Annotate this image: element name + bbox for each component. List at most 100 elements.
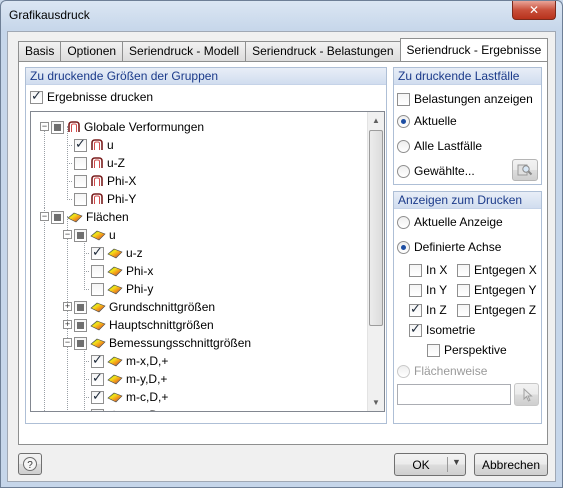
chevron-down-icon[interactable]: ▼ (452, 457, 461, 467)
tree-item[interactable]: u (74, 226, 116, 244)
axis-entgegen-y-row[interactable]: Entgegen Y (457, 283, 537, 297)
tree-item[interactable]: m-x,D,- (91, 406, 165, 411)
tree-item-label: Flächen (86, 210, 129, 224)
tree-item-checkbox[interactable] (74, 336, 87, 350)
isometric-row[interactable]: Isometrie (409, 321, 475, 337)
radio-definierte-achse-label: Definierte Achse (414, 240, 502, 254)
tree-item-checkbox[interactable] (74, 192, 87, 206)
surface-input (397, 384, 511, 405)
show-loads-checkbox[interactable] (397, 92, 410, 106)
tree-item[interactable]: Hauptschnittgrößen (74, 316, 214, 334)
tab-panel: Zu druckende Größen der Gruppen Ergebnis… (18, 61, 548, 445)
results-tree[interactable]: − Globale Verformungen u u-Z Phi-X Phi-Y − Fläc… (30, 111, 385, 412)
tree-item[interactable]: Phi-Y (74, 190, 136, 208)
axis-entgegen-z-checkbox[interactable] (457, 303, 470, 317)
loadcase-option-alle[interactable]: Alle Lastfälle (397, 139, 482, 153)
select-loadcases-button[interactable] (512, 159, 538, 181)
tree-item-checkbox[interactable] (91, 264, 104, 278)
tree-item-label: m-x,D,+ (126, 354, 169, 368)
tree-item-checkbox[interactable] (51, 120, 64, 134)
deformation-icon (91, 139, 103, 150)
tree-item[interactable]: Phi-x (91, 262, 153, 280)
loadcase-option-gewaehlte[interactable]: Gewählte... (397, 164, 475, 178)
radio-aktuelle-anzeige[interactable] (397, 215, 410, 229)
scroll-up-icon[interactable]: ▲ (368, 112, 384, 129)
tree-line (44, 208, 45, 411)
tree-item-checkbox[interactable] (91, 388, 104, 404)
axis-in-z-checkbox[interactable] (409, 301, 422, 317)
tree-expander-plus-icon[interactable]: + (63, 302, 72, 311)
scroll-thumb[interactable] (369, 130, 383, 326)
radio-alle-lastfaelle[interactable] (397, 139, 410, 153)
tree-item-checkbox[interactable] (91, 352, 104, 368)
print-results-checkbox[interactable] (30, 88, 43, 104)
tree-expander-minus-icon[interactable]: − (40, 212, 49, 221)
isometric-checkbox[interactable] (409, 321, 422, 337)
display-option-aktuelle-anzeige[interactable]: Aktuelle Anzeige (397, 215, 503, 229)
axis-entgegen-x-checkbox[interactable] (457, 263, 470, 277)
cancel-button[interactable]: Abbrechen (474, 453, 548, 476)
tree-item[interactable]: Globale Verformungen (51, 118, 204, 136)
tree-item-label: u-Z (107, 156, 125, 170)
tree-item-checkbox[interactable] (74, 300, 87, 314)
tree-item-checkbox[interactable] (74, 156, 87, 170)
tree-item[interactable]: u (74, 136, 114, 154)
tree-expander-minus-icon[interactable]: − (63, 338, 72, 347)
axis-entgegen-x-row[interactable]: Entgegen X (457, 263, 537, 277)
print-results-row[interactable]: Ergebnisse drucken (30, 88, 153, 104)
tab-optionen[interactable]: Optionen (60, 41, 124, 61)
tree-scrollbar[interactable]: ▲ ▼ (367, 112, 384, 411)
axis-entgegen-z-row[interactable]: Entgegen Z (457, 303, 536, 317)
tree-item-checkbox[interactable] (74, 136, 87, 152)
axis-in-y-row[interactable]: In Y (409, 283, 447, 297)
perspective-row[interactable]: Perspektive (427, 343, 507, 357)
tree-item-label: m-x,D,- (126, 408, 165, 411)
groups-panel-header: Zu druckende Größen der Gruppen (26, 68, 386, 85)
perspective-checkbox[interactable] (427, 343, 440, 357)
tree-item-checkbox[interactable] (51, 210, 64, 224)
tree-item[interactable]: Flächen (51, 208, 129, 226)
tab-seriendruck-modell[interactable]: Seriendruck - Modell (122, 41, 247, 61)
dialog-content: Basis Optionen Seriendruck - Modell Seri… (7, 31, 556, 482)
tree-item[interactable]: Bemessungsschnittgrößen (74, 334, 251, 352)
tree-item[interactable]: u-z (91, 244, 143, 262)
tree-item-checkbox[interactable] (91, 282, 104, 296)
axis-in-x-row[interactable]: In X (409, 263, 447, 277)
tree-item[interactable]: Grundschnittgrößen (74, 298, 215, 316)
display-panel: Anzeigen zum Drucken Aktuelle Anzeige De… (393, 191, 542, 424)
ok-button[interactable]: OK ▼ (394, 453, 466, 476)
tree-item-checkbox[interactable] (74, 318, 87, 332)
tree-item[interactable]: Phi-y (91, 280, 153, 298)
tab-seriendruck-ergebnisse[interactable]: Seriendruck - Ergebnisse (399, 38, 549, 61)
axis-entgegen-y-checkbox[interactable] (457, 283, 470, 297)
axis-in-y-checkbox[interactable] (409, 283, 422, 297)
pick-cursor-icon (523, 387, 533, 402)
loadcase-option-aktuelle[interactable]: Aktuelle (397, 114, 457, 128)
tree-item-checkbox[interactable] (91, 244, 104, 260)
tree-line (44, 126, 45, 208)
tree-item[interactable]: m-x,D,+ (91, 352, 168, 370)
radio-aktuelle[interactable] (397, 114, 410, 128)
tree-item[interactable]: m-c,D,+ (91, 388, 168, 406)
tab-seriendruck-belastungen[interactable]: Seriendruck - Belastungen (245, 41, 401, 61)
tree-item[interactable]: u-Z (74, 154, 125, 172)
display-option-definierte-achse[interactable]: Definierte Achse (397, 240, 501, 254)
show-loads-row[interactable]: Belastungen anzeigen (397, 92, 533, 106)
close-button[interactable]: ✕ (512, 1, 556, 20)
radio-definierte-achse[interactable] (397, 240, 410, 254)
tree-expander-minus-icon[interactable]: − (63, 230, 72, 239)
tree-item-checkbox[interactable] (91, 370, 104, 386)
scroll-down-icon[interactable]: ▼ (368, 394, 384, 411)
tree-item-checkbox[interactable] (74, 174, 87, 188)
tab-basis[interactable]: Basis (18, 41, 62, 61)
tree-item[interactable]: m-y,D,+ (91, 370, 167, 388)
axis-in-z-row[interactable]: In Z (409, 301, 447, 317)
tree-expander-plus-icon[interactable]: + (63, 320, 72, 329)
help-button[interactable]: ? (18, 453, 42, 475)
tree-item-checkbox[interactable] (74, 228, 87, 242)
axis-in-x-checkbox[interactable] (409, 263, 422, 277)
tree-item-checkbox[interactable] (91, 408, 104, 411)
tree-expander-minus-icon[interactable]: − (40, 122, 49, 131)
radio-gewaehlte[interactable] (397, 164, 410, 178)
tree-item[interactable]: Phi-X (74, 172, 136, 190)
